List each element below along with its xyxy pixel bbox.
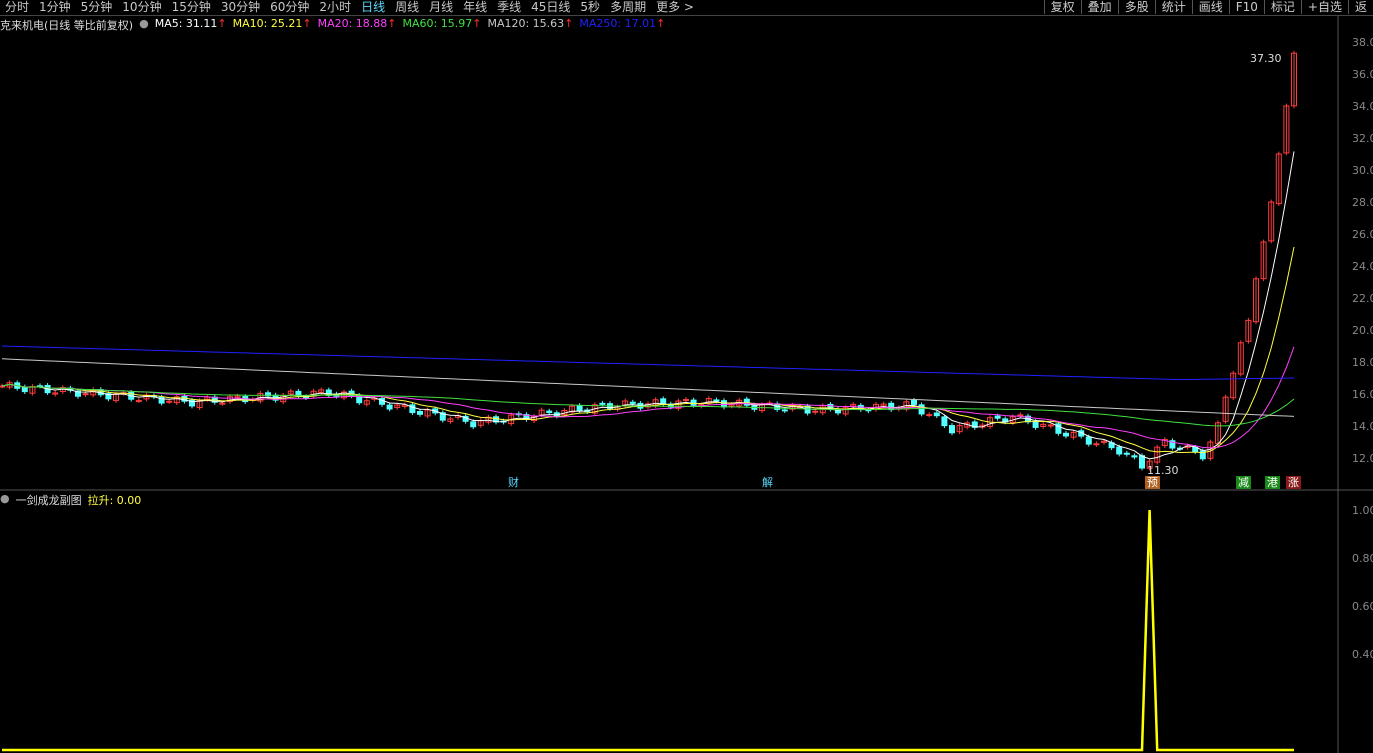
candle bbox=[782, 410, 787, 411]
candle bbox=[167, 401, 172, 402]
candle bbox=[927, 415, 932, 416]
event-marker[interactable]: 财 bbox=[506, 476, 521, 489]
candle bbox=[1033, 422, 1038, 428]
candle bbox=[1140, 456, 1145, 468]
sub-tick: 0.40 bbox=[1352, 648, 1373, 661]
candle bbox=[1048, 425, 1053, 426]
price-tick: 36.00 bbox=[1352, 68, 1373, 81]
price-tick: 38.00 bbox=[1352, 36, 1373, 49]
candle bbox=[1117, 447, 1122, 454]
candle bbox=[889, 403, 894, 409]
ma10-line bbox=[2, 247, 1294, 453]
sub-tick: 0.60 bbox=[1352, 600, 1373, 613]
event-marker[interactable]: 港 bbox=[1265, 476, 1280, 489]
sub-tick: 0.80 bbox=[1352, 552, 1373, 565]
price-tick: 20.00 bbox=[1352, 324, 1373, 337]
price-tick: 12.00 bbox=[1352, 452, 1373, 465]
candle bbox=[1086, 437, 1091, 444]
candle bbox=[1132, 456, 1137, 457]
candle bbox=[691, 400, 696, 405]
price-tick: 16.00 bbox=[1352, 388, 1373, 401]
price-tick: 28.00 bbox=[1352, 196, 1373, 209]
price-tick: 22.00 bbox=[1352, 292, 1373, 305]
candle bbox=[912, 400, 917, 404]
price-tick: 14.00 bbox=[1352, 420, 1373, 433]
signal-line bbox=[2, 510, 1294, 750]
candle bbox=[722, 401, 727, 407]
candle bbox=[418, 411, 423, 414]
candle bbox=[934, 413, 939, 416]
candle bbox=[600, 403, 605, 404]
price-tick: 34.00 bbox=[1352, 100, 1373, 113]
event-marker[interactable]: 减 bbox=[1236, 476, 1251, 489]
ma5-line bbox=[2, 151, 1294, 458]
event-marker[interactable]: 解 bbox=[760, 476, 775, 489]
price-tick: 26.00 bbox=[1352, 228, 1373, 241]
candle bbox=[995, 416, 1000, 418]
candle bbox=[1064, 433, 1069, 436]
candle bbox=[1124, 453, 1129, 454]
kline-chart[interactable] bbox=[0, 0, 1373, 753]
candle bbox=[387, 405, 392, 409]
sub-tick: 1.00 bbox=[1352, 504, 1373, 517]
candle bbox=[1018, 415, 1023, 416]
candle bbox=[919, 405, 924, 414]
candle bbox=[22, 387, 27, 392]
candle bbox=[942, 417, 947, 426]
candle bbox=[630, 402, 635, 403]
ma250-line bbox=[2, 346, 1294, 380]
candle bbox=[220, 403, 225, 404]
candle bbox=[1094, 444, 1099, 445]
candle bbox=[684, 400, 689, 401]
candle bbox=[577, 406, 582, 411]
candle bbox=[950, 426, 955, 433]
high-label: 37.30 bbox=[1248, 52, 1284, 65]
event-marker[interactable]: 涨 bbox=[1286, 476, 1301, 489]
price-tick: 32.00 bbox=[1352, 132, 1373, 145]
candle bbox=[471, 422, 476, 427]
event-marker[interactable]: 预 bbox=[1145, 476, 1160, 489]
ma20-line bbox=[2, 347, 1294, 448]
candle bbox=[547, 411, 552, 412]
price-tick: 30.00 bbox=[1352, 164, 1373, 177]
price-tick: 18.00 bbox=[1352, 356, 1373, 369]
candle bbox=[136, 400, 141, 401]
candle bbox=[714, 400, 719, 401]
price-tick: 24.00 bbox=[1352, 260, 1373, 273]
